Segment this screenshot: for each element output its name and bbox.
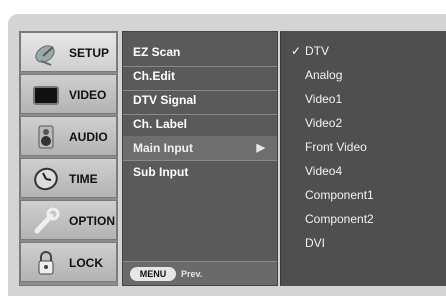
- option-label: Component1: [305, 188, 374, 202]
- category-label: SETUP: [69, 46, 110, 60]
- category-label: AUDIO: [69, 130, 108, 144]
- satellite-dish-icon: [35, 45, 55, 66]
- option-video2[interactable]: Video2: [281, 111, 446, 135]
- category-video[interactable]: VIDEO: [20, 74, 117, 114]
- submenu-label: Ch. Label: [133, 117, 188, 131]
- right-arrow-icon: ▶: [256, 142, 265, 154]
- submenu-ez-scan[interactable]: EZ Scan: [123, 40, 277, 64]
- option-label: Analog: [305, 68, 343, 82]
- category-label: LOCK: [69, 256, 103, 270]
- padlock-icon: [38, 251, 54, 275]
- category-time[interactable]: TIME: [20, 158, 117, 198]
- option-label: Video4: [305, 164, 343, 178]
- option-component1[interactable]: Component1: [281, 183, 446, 207]
- option-dtv[interactable]: ✓ DTV: [281, 39, 446, 63]
- submenu-ch-label[interactable]: Ch. Label: [123, 112, 277, 136]
- option-label: Video1: [305, 92, 343, 106]
- clock-icon: [34, 167, 58, 191]
- option-video4[interactable]: Video4: [281, 159, 446, 183]
- category-option[interactable]: OPTION: [20, 200, 117, 240]
- option-dvi[interactable]: DVI: [281, 231, 446, 255]
- submenu-ch-edit[interactable]: Ch.Edit: [123, 64, 277, 88]
- main-input-options: ✓ DTV Analog Video1 Video2 Front Video V…: [280, 31, 446, 286]
- option-front-video[interactable]: Front Video: [281, 135, 446, 159]
- category-label: OPTION: [69, 214, 116, 228]
- prev-label: Prev.: [181, 269, 203, 279]
- submenu-sub-input[interactable]: Sub Input: [123, 160, 277, 184]
- option-label: Video2: [305, 116, 343, 130]
- menu-button[interactable]: MENU: [130, 267, 176, 281]
- option-label: DTV: [305, 44, 329, 58]
- option-label: DVI: [305, 236, 326, 250]
- submenu-label: EZ Scan: [133, 45, 181, 59]
- submenu-main-input[interactable]: Main Input ▶: [123, 136, 277, 160]
- speaker-icon: [38, 125, 54, 149]
- wrench-icon: [34, 207, 60, 234]
- submenu-label: Sub Input: [133, 165, 189, 179]
- option-component2[interactable]: Component2: [281, 207, 446, 231]
- option-video1[interactable]: Video1: [281, 87, 446, 111]
- option-label: Front Video: [305, 140, 367, 154]
- check-icon: ✓: [291, 44, 302, 58]
- category-label: TIME: [69, 172, 98, 186]
- option-label: Component2: [305, 212, 374, 226]
- category-label: VIDEO: [69, 88, 107, 102]
- option-analog[interactable]: Analog: [281, 63, 446, 87]
- category-lock[interactable]: LOCK: [20, 242, 117, 282]
- submenu-label: DTV Signal: [133, 93, 197, 107]
- category-setup[interactable]: SETUP: [20, 32, 117, 72]
- category-column: SETUP VIDEO AUDIO TIME OPTION LOCK: [19, 31, 118, 286]
- setup-submenu: EZ Scan Ch.Edit DTV Signal Ch. Label Mai…: [122, 31, 278, 286]
- category-audio[interactable]: AUDIO: [20, 116, 117, 156]
- menu-footer: MENU Prev.: [123, 261, 277, 285]
- tv-screen-icon: [33, 86, 59, 105]
- submenu-label: Ch.Edit: [133, 69, 175, 83]
- submenu-label: Main Input: [133, 141, 193, 155]
- submenu-dtv-signal[interactable]: DTV Signal: [123, 88, 277, 112]
